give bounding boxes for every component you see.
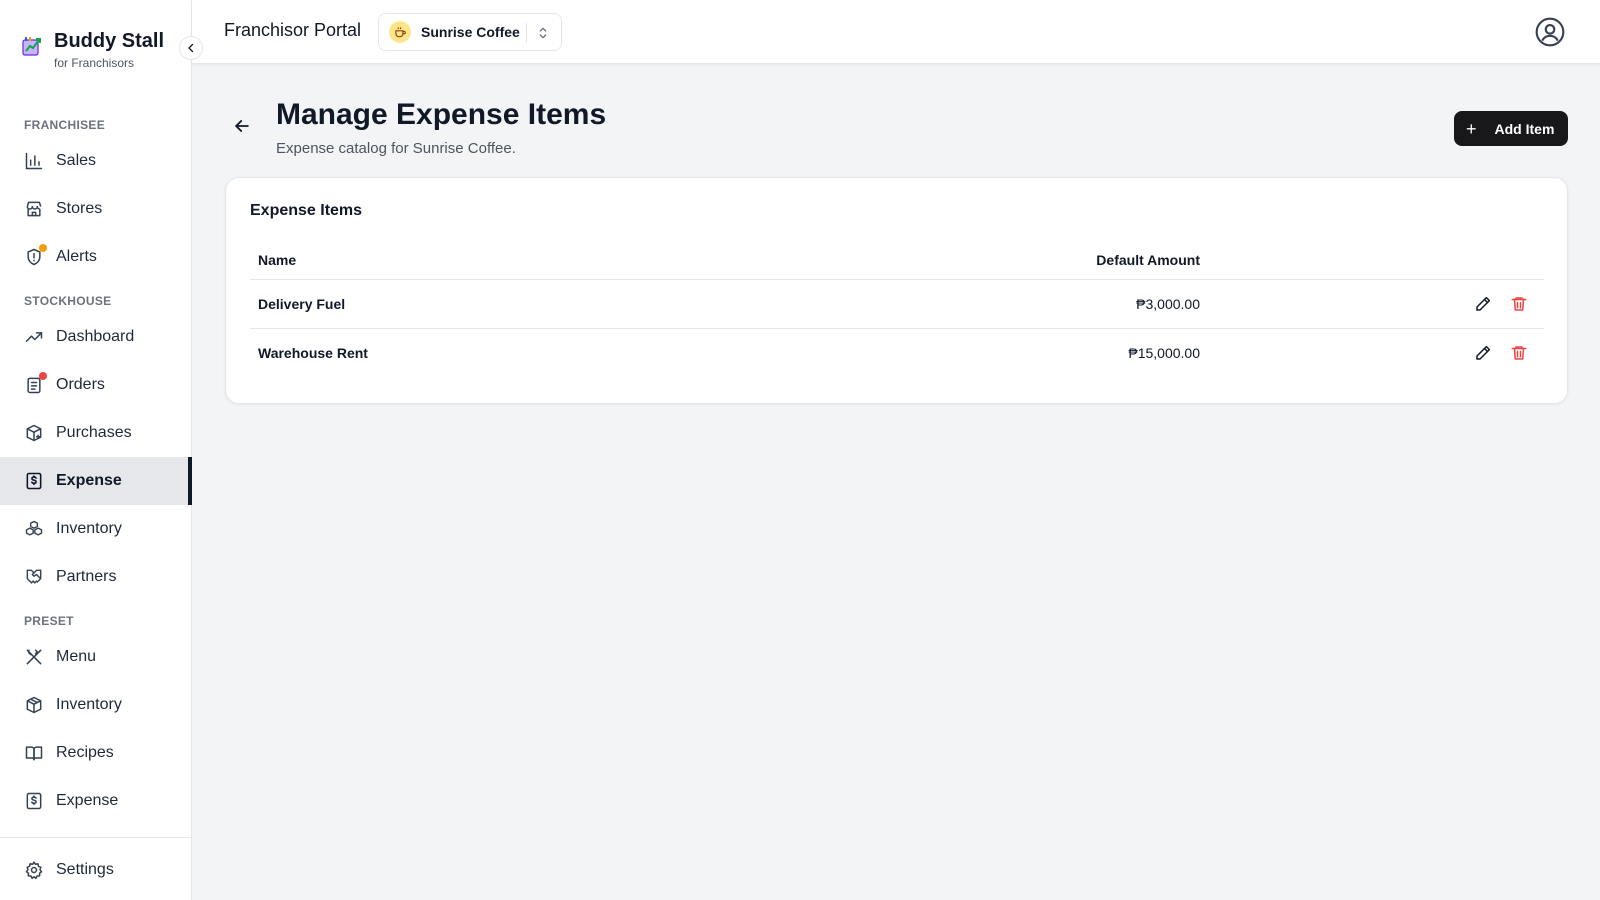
- portal-title: Franchisor Portal: [224, 20, 362, 40]
- cell-amount: ₱15,000.00: [1128, 345, 1200, 361]
- sidebar-item-sales[interactable]: Sales: [0, 137, 192, 185]
- brand-subtitle: for Franchisors: [54, 56, 135, 70]
- top-bar: Franchisor Portal Sunrise Coffee: [192, 0, 1600, 64]
- sidebar-item-label: Partners: [56, 568, 117, 585]
- sidebar-item-stores[interactable]: Stores: [0, 185, 192, 233]
- expense-items-table: Name Default Amount Delivery Fuel ₱3,000…: [250, 244, 1544, 378]
- sidebar-item-label: Inventory: [56, 520, 122, 537]
- section-label-franchisee: FRANCHISEE: [24, 118, 106, 132]
- store-logo-icon: [389, 21, 411, 43]
- cell-name: Warehouse Rent: [258, 345, 368, 361]
- sidebar-item-inventory[interactable]: Inventory: [0, 505, 192, 553]
- delete-button[interactable]: [1510, 295, 1528, 313]
- boxes-icon: [24, 519, 44, 539]
- sidebar-divider: [0, 837, 192, 838]
- sidebar-item-alerts[interactable]: Alerts: [0, 233, 192, 281]
- handshake-icon: [24, 567, 44, 587]
- delete-button[interactable]: [1510, 344, 1528, 362]
- edit-button[interactable]: [1474, 344, 1492, 362]
- cell-name: Delivery Fuel: [258, 296, 346, 312]
- brand[interactable]: Buddy Stall for Franchisors: [20, 26, 164, 70]
- sidebar-item-settings[interactable]: Settings: [0, 846, 192, 894]
- edit-button[interactable]: [1474, 295, 1492, 313]
- arrow-left-icon: [235, 120, 249, 132]
- sidebar-item-label: Dashboard: [56, 328, 135, 345]
- sidebar-item-preset-expense[interactable]: Expense: [0, 777, 192, 825]
- clipboard-list-icon: [24, 372, 47, 395]
- brand-logo-icon: [20, 34, 44, 58]
- sidebar-item-label: Orders: [56, 376, 105, 393]
- sidebar-item-label: Alerts: [56, 248, 97, 265]
- receipt-dollar-icon: [24, 791, 44, 811]
- sidebar-item-purchases[interactable]: Purchases: [0, 409, 192, 457]
- card-title: Expense Items: [250, 202, 363, 219]
- column-header-amount: Default Amount: [1096, 252, 1200, 268]
- sidebar-item-label: Expense: [56, 472, 122, 489]
- expense-items-card: Expense Items Name Default Amount Delive…: [225, 177, 1568, 404]
- trash-icon: [1511, 297, 1527, 311]
- sidebar-item-label: Settings: [56, 861, 114, 878]
- section-label-stockhouse: STOCKHOUSE: [24, 294, 112, 308]
- sidebar-item-label: Expense: [56, 792, 119, 809]
- receipt-dollar-icon: [24, 471, 44, 491]
- sidebar: Buddy Stall for Franchisors FRANCHISEE S…: [0, 0, 192, 900]
- page-subtitle: Expense catalog for Sunrise Coffee.: [276, 140, 516, 157]
- add-item-button[interactable]: + Add Item: [1454, 111, 1568, 146]
- gear-icon: [24, 860, 44, 880]
- utensils-crossed-icon: [24, 647, 44, 667]
- package-plus-icon: [24, 423, 44, 443]
- sidebar-collapse-button[interactable]: [179, 36, 203, 60]
- page-title: Manage Expense Items: [276, 98, 607, 131]
- trending-up-icon: [24, 327, 44, 347]
- column-header-name: Name: [258, 252, 297, 268]
- store-icon: [24, 199, 44, 219]
- brand-name: Buddy Stall: [54, 30, 165, 52]
- sidebar-item-partners[interactable]: Partners: [0, 553, 192, 601]
- pencil-icon: [1476, 345, 1491, 360]
- sidebar-item-label: Recipes: [56, 744, 114, 761]
- cell-amount: ₱3,000.00: [1136, 296, 1200, 312]
- section-label-preset: PRESET: [24, 614, 74, 628]
- sidebar-item-orders[interactable]: Orders: [0, 361, 192, 409]
- alert-badge-dot: [39, 244, 47, 252]
- table-row: Warehouse Rent ₱15,000.00: [250, 329, 1544, 378]
- sidebar-item-dashboard[interactable]: Dashboard: [0, 313, 192, 361]
- package-icon: [24, 695, 44, 715]
- sidebar-item-label: Purchases: [56, 424, 132, 441]
- store-selector-divider: [526, 23, 527, 43]
- sidebar-item-label: Sales: [56, 152, 97, 169]
- table-header: Name Default Amount: [250, 244, 1544, 280]
- sidebar-item-preset-inventory[interactable]: Inventory: [0, 681, 192, 729]
- sidebar-item-label: Stores: [56, 200, 103, 217]
- pencil-icon: [1476, 296, 1491, 311]
- store-name: Sunrise Coffee: [421, 24, 520, 40]
- book-open-icon: [24, 743, 44, 763]
- table-row: Delivery Fuel ₱3,000.00: [250, 280, 1544, 329]
- orders-badge-dot: [39, 372, 47, 380]
- chevron-left-icon: [188, 43, 194, 53]
- sidebar-item-label: Menu: [56, 648, 97, 665]
- user-account-icon[interactable]: [1534, 16, 1566, 48]
- sidebar-item-label: Inventory: [56, 696, 122, 713]
- bar-chart-icon: [24, 151, 44, 171]
- sidebar-item-recipes[interactable]: Recipes: [0, 729, 192, 777]
- chevron-up-down-icon: [535, 24, 551, 42]
- back-button[interactable]: [232, 116, 252, 136]
- add-item-label: Add Item: [1494, 120, 1555, 137]
- trash-icon: [1511, 346, 1527, 360]
- store-selector[interactable]: Sunrise Coffee: [378, 13, 562, 51]
- sidebar-item-menu[interactable]: Menu: [0, 633, 192, 681]
- plus-icon: +: [1466, 118, 1477, 139]
- shield-alert-icon: [24, 244, 47, 267]
- sidebar-item-expense[interactable]: Expense: [0, 457, 192, 505]
